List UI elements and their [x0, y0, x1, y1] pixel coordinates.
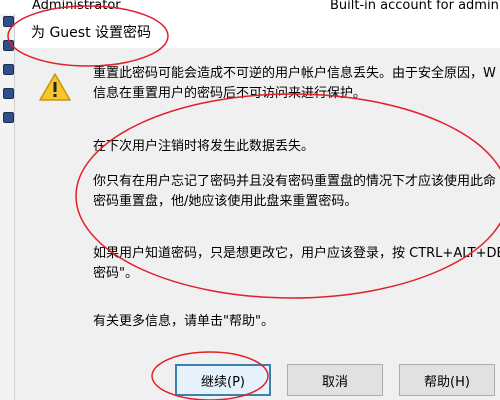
message-line: 如果用户知道密码，只是想更改它，用户应该登录，按 CTRL+ALT+DE — [93, 246, 500, 261]
user-icon — [3, 16, 14, 27]
set-password-dialog: 为 Guest 设置密码 重置此密码可能会造成不可逆的用户帐户信息丢失。由于安全… — [14, 14, 500, 400]
dialog-titlebar: 为 Guest 设置密码 — [15, 14, 500, 48]
user-icon — [3, 88, 14, 99]
cancel-button[interactable]: 取消 — [287, 364, 383, 396]
user-icon — [3, 40, 14, 51]
dialog-title: 为 Guest 设置密码 — [31, 25, 152, 41]
message-line: 在下次用户注销时将发生此数据丢失。 — [93, 139, 315, 154]
message-line: 密码重置盘，他/她应该使用此盘来重置密码。 — [93, 194, 358, 209]
user-description: Built-in account for admin — [330, 0, 499, 13]
message-line: 重置此密码可能会造成不可逆的用户帐户信息丢失。由于安全原因，W — [93, 66, 496, 81]
message-line: 你只有在用户忘记了密码并且没有密码重置盘的情况下才应该使用此命 — [93, 174, 497, 189]
user-icon — [3, 64, 14, 75]
user-icon — [3, 112, 14, 123]
background-user-row[interactable]: Administrator Built-in account for admin — [0, 0, 500, 15]
message-line: 信息在重置用户的密码后不可访问来进行保护。 — [93, 86, 367, 101]
background-list-strip — [0, 14, 15, 400]
message-line: 密码"。 — [93, 266, 138, 281]
warning-icon — [39, 73, 71, 101]
continue-button[interactable]: 继续(P) — [175, 364, 271, 396]
user-name: Administrator — [32, 0, 121, 13]
help-button[interactable]: 帮助(H) — [399, 364, 495, 396]
message-line: 有关更多信息，请单击"帮助"。 — [93, 314, 274, 329]
